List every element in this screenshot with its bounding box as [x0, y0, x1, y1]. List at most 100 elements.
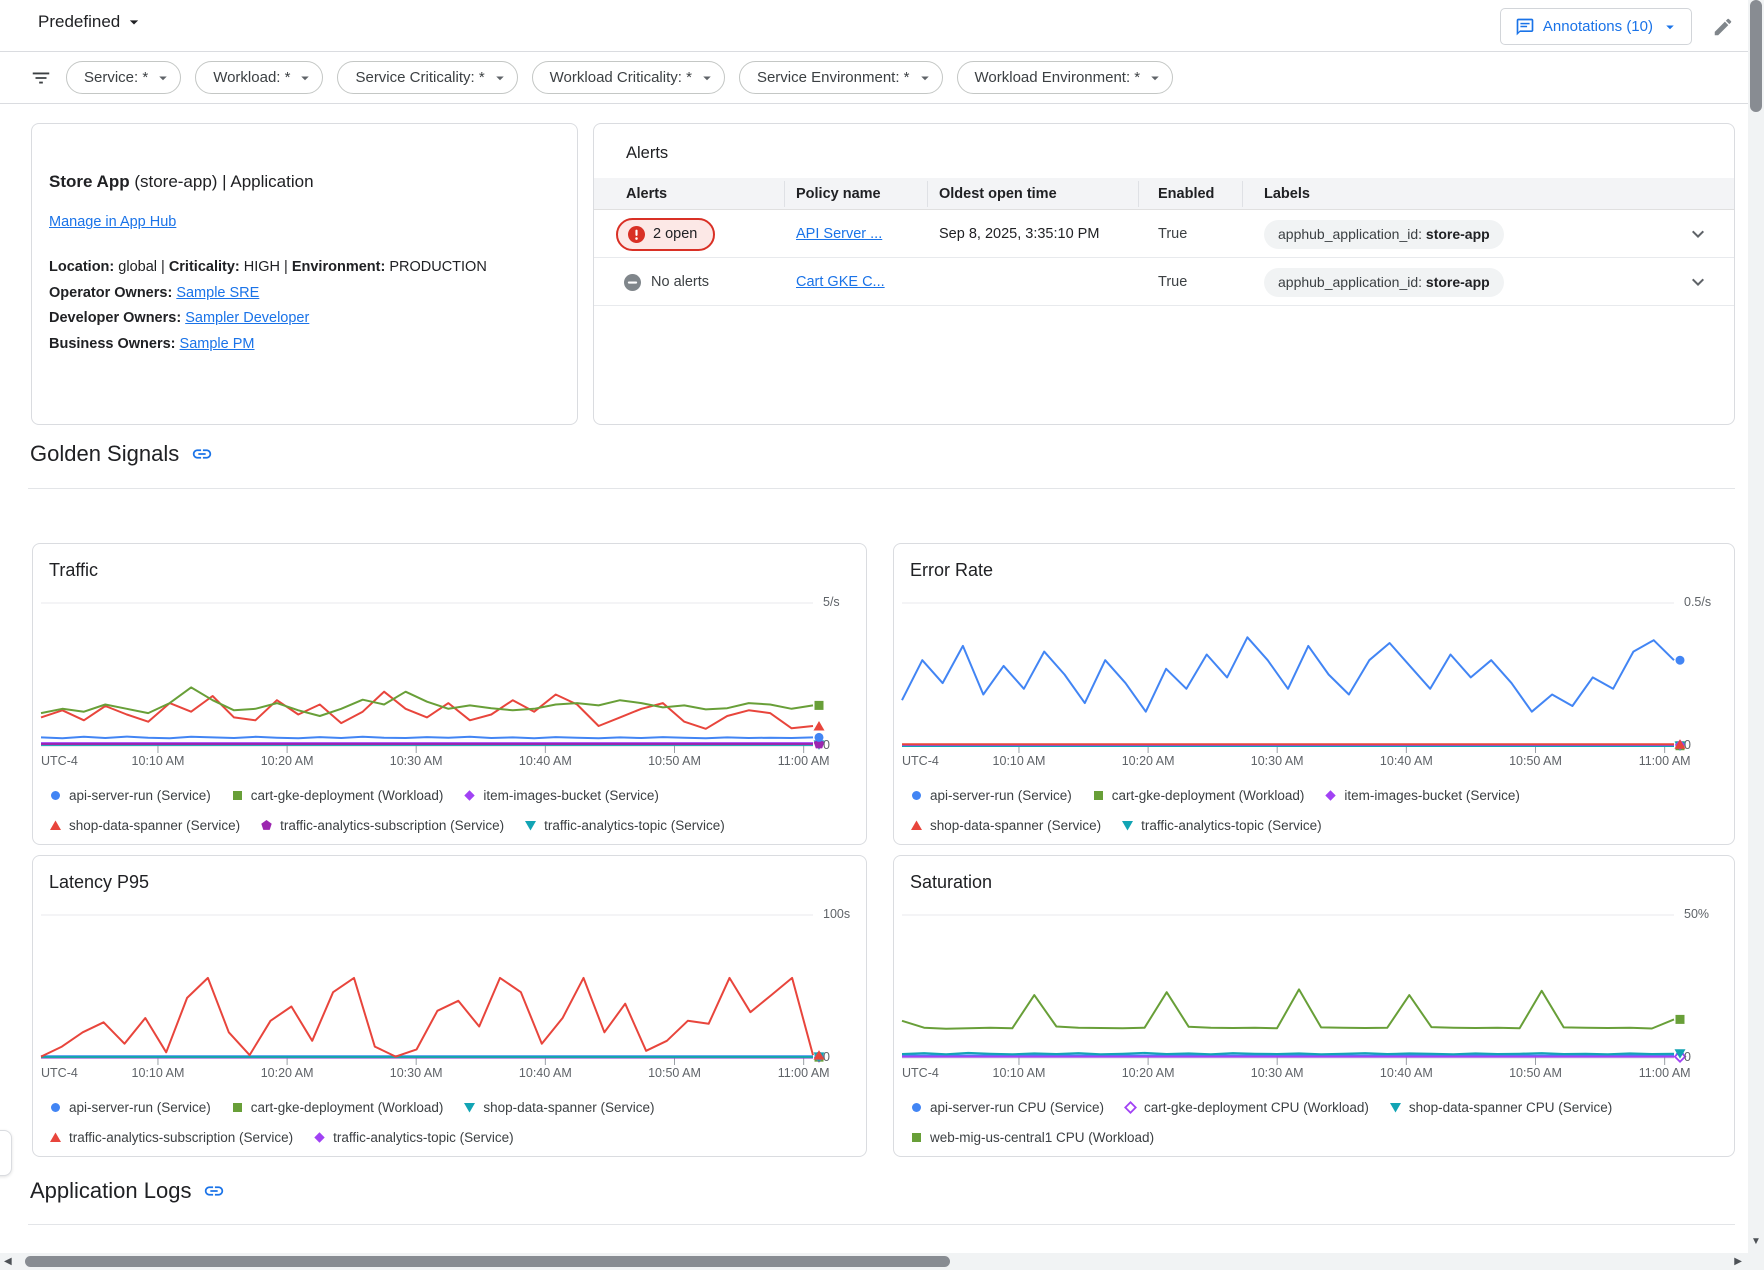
- filter-list-icon: [30, 67, 52, 89]
- y-axis-zero-label: 0: [1684, 1050, 1744, 1064]
- legend-item[interactable]: api-server-run (Service): [49, 1100, 211, 1115]
- vertical-scrollbar[interactable]: ▼: [1748, 0, 1764, 1253]
- vertical-scrollbar-thumb[interactable]: [1750, 0, 1762, 112]
- expand-row-button[interactable]: [1686, 222, 1710, 249]
- filter-chip-workload-criticality[interactable]: Workload Criticality: *: [532, 61, 725, 94]
- legend-item[interactable]: cart-gke-deployment (Workload): [231, 1100, 444, 1115]
- y-axis-zero-label: 0: [1684, 738, 1744, 752]
- legend-item[interactable]: api-server-run CPU (Service): [910, 1100, 1104, 1115]
- legend-item[interactable]: api-server-run (Service): [49, 788, 211, 803]
- chevron-down-icon: [1686, 270, 1710, 294]
- x-axis-tick-label: 10:10 AM: [132, 1066, 185, 1080]
- manage-in-app-hub-link[interactable]: Manage in App Hub: [49, 214, 176, 230]
- horizontal-scrollbar[interactable]: ◀ ▶: [0, 1253, 1748, 1270]
- criticality-value: HIGH |: [240, 259, 292, 275]
- policy-link[interactable]: Cart GKE C...: [796, 274, 885, 290]
- series-end-marker: [911, 820, 922, 830]
- column-separator: [1242, 181, 1243, 207]
- legend-item[interactable]: cart-gke-deployment (Workload): [231, 788, 444, 803]
- col-alerts: Alerts: [626, 178, 667, 210]
- x-axis-tick-label: 10:10 AM: [993, 754, 1046, 768]
- chart-canvas[interactable]: [41, 590, 841, 762]
- operator-owner-link[interactable]: Sample SRE: [176, 285, 259, 301]
- column-separator: [927, 181, 928, 207]
- filter-button[interactable]: [30, 67, 52, 89]
- chart-title: Error Rate: [910, 560, 993, 581]
- legend-item[interactable]: shop-data-spanner (Service): [49, 818, 240, 833]
- chart-canvas[interactable]: [41, 902, 841, 1074]
- x-axis-tick-label: 11:00 AM: [1639, 754, 1691, 768]
- series-end-marker: [1125, 1102, 1135, 1112]
- column-separator: [784, 181, 785, 207]
- circle-marker-icon: [910, 789, 923, 802]
- legend-item[interactable]: traffic-analytics-topic (Service): [1121, 818, 1322, 833]
- policy-link[interactable]: API Server ...: [796, 226, 882, 242]
- legend-item[interactable]: cart-gke-deployment CPU (Workload): [1124, 1100, 1369, 1115]
- legend-item[interactable]: item-images-bucket (Service): [463, 788, 659, 803]
- x-axis-tick-label: 10:50 AM: [648, 754, 701, 768]
- legend-item[interactable]: shop-data-spanner (Service): [910, 818, 1101, 833]
- view-selector-label: Predefined: [38, 12, 120, 32]
- chip-caret-icon: [154, 69, 172, 87]
- filter-chip-service[interactable]: Service: *: [66, 61, 181, 94]
- business-owner-link[interactable]: Sample PM: [180, 336, 255, 352]
- alert-open-badge: 2 open: [616, 218, 715, 251]
- chip-caret-icon: [491, 69, 509, 87]
- scroll-right-arrow-icon[interactable]: ▶: [1734, 1256, 1742, 1267]
- developer-owner-link[interactable]: Sampler Developer: [185, 310, 309, 326]
- series-end-marker: [1676, 656, 1685, 665]
- edit-dashboard-button[interactable]: [1712, 16, 1734, 38]
- legend-item[interactable]: traffic-analytics-topic (Service): [313, 1130, 514, 1145]
- pentagon-marker-icon: [260, 819, 273, 832]
- square-marker-icon: [231, 1101, 244, 1114]
- section-divider: [28, 488, 1735, 489]
- chart-canvas[interactable]: [902, 590, 1702, 762]
- alert-open-count: 2 open: [653, 226, 697, 242]
- series-line: [41, 978, 813, 1057]
- link-icon[interactable]: [191, 443, 213, 465]
- chip-label: Workload: *: [213, 69, 290, 86]
- triangle-down-marker-icon: [463, 1101, 476, 1114]
- application-title: Store App (store-app) | Application: [49, 172, 314, 192]
- x-axis-labels: UTC-410:10 AM10:20 AM10:30 AM10:40 AM10:…: [902, 1066, 1702, 1082]
- scroll-down-arrow-icon[interactable]: ▼: [1751, 1236, 1761, 1247]
- predefined-view-dropdown[interactable]: Predefined: [38, 12, 144, 32]
- annotations-button[interactable]: Annotations (10): [1500, 8, 1692, 45]
- business-owners-label: Business Owners:: [49, 336, 176, 352]
- legend-item[interactable]: traffic-analytics-subscription (Service): [49, 1130, 293, 1145]
- label-key: apphub_application_id:: [1278, 226, 1422, 242]
- legend-item[interactable]: traffic-analytics-topic (Service): [524, 818, 725, 833]
- legend-item[interactable]: api-server-run (Service): [910, 788, 1072, 803]
- x-axis-tick-label: UTC-4: [41, 754, 78, 768]
- legend-item[interactable]: web-mig-us-central1 CPU (Workload): [910, 1130, 1154, 1145]
- legend-item[interactable]: shop-data-spanner CPU (Service): [1389, 1100, 1612, 1115]
- legend-series-name: api-server-run (Service): [930, 788, 1072, 803]
- filter-chip-workload-environment[interactable]: Workload Environment: *: [957, 61, 1174, 94]
- saturation-chart-panel: Saturation 50% 0 UTC-410:10 AM10:20 AM10…: [893, 855, 1735, 1157]
- x-axis-labels: UTC-410:10 AM10:20 AM10:30 AM10:40 AM10:…: [902, 754, 1702, 770]
- legend-item[interactable]: item-images-bucket (Service): [1324, 788, 1520, 803]
- series-end-marker: [1122, 821, 1133, 831]
- legend-item[interactable]: traffic-analytics-subscription (Service): [260, 818, 504, 833]
- legend-series-name: shop-data-spanner (Service): [930, 818, 1101, 833]
- scroll-left-arrow-icon[interactable]: ◀: [4, 1256, 12, 1267]
- filter-chip-service-criticality[interactable]: Service Criticality: *: [337, 61, 517, 94]
- x-axis-tick-label: 10:50 AM: [648, 1066, 701, 1080]
- filter-chip-service-environment[interactable]: Service Environment: *: [739, 61, 943, 94]
- series-end-marker: [912, 791, 921, 800]
- criticality-label: Criticality:: [169, 259, 240, 275]
- chart-canvas[interactable]: [902, 902, 1702, 1074]
- x-axis-labels: UTC-410:10 AM10:20 AM10:30 AM10:40 AM10:…: [41, 1066, 841, 1082]
- chart-title: Saturation: [910, 872, 992, 893]
- expand-row-button[interactable]: [1686, 270, 1710, 297]
- legend-item[interactable]: shop-data-spanner (Service): [463, 1100, 654, 1115]
- link-icon[interactable]: [203, 1180, 225, 1202]
- filter-chip-workload[interactable]: Workload: *: [195, 61, 323, 94]
- application-metadata: Location: global | Criticality: HIGH | E…: [49, 255, 487, 357]
- labels-cell: apphub_application_id: store-app: [1264, 258, 1504, 306]
- legend-series-name: api-server-run CPU (Service): [930, 1100, 1104, 1115]
- side-panel-handle[interactable]: [0, 1130, 12, 1176]
- horizontal-scrollbar-thumb[interactable]: [25, 1256, 950, 1267]
- legend-item[interactable]: cart-gke-deployment (Workload): [1092, 788, 1305, 803]
- chart-legend: api-server-run CPU (Service) cart-gke-dep…: [910, 1092, 1612, 1152]
